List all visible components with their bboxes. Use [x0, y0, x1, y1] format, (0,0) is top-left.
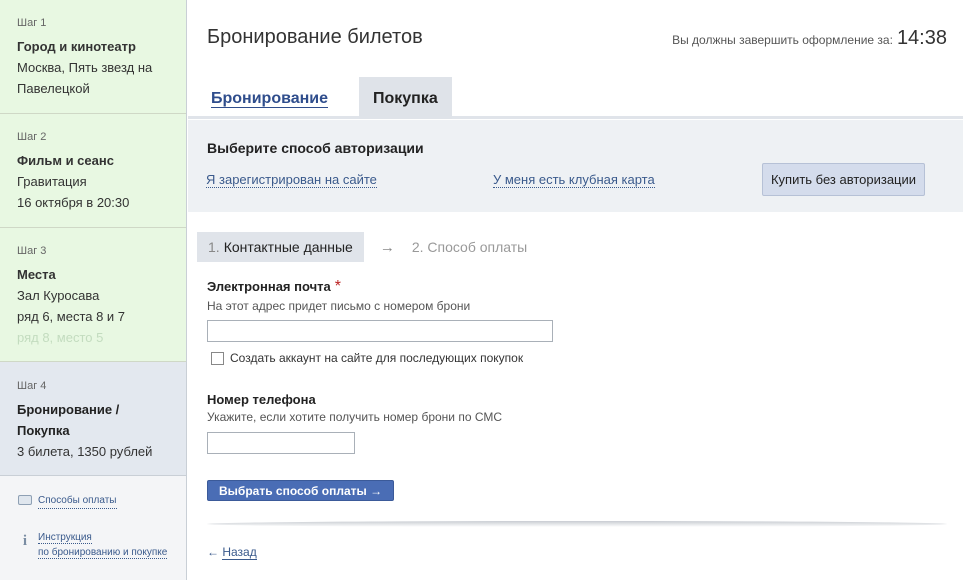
- step-title: Фильм и сеанс: [17, 153, 114, 168]
- step-detail: Москва, Пять звезд на: [17, 60, 153, 75]
- tab-booking-label: Бронирование: [211, 90, 329, 108]
- phone-form: Номер телефона Укажите, если хотите полу…: [207, 392, 502, 454]
- instructions-link-line2[interactable]: по бронированию и покупке: [38, 547, 168, 559]
- email-hint: На этот адрес придет письмо с номером бр…: [207, 299, 471, 313]
- sidebar-step-1[interactable]: Шаг 1 Город и кинотеатр Москва, Пять зве…: [0, 0, 186, 114]
- credit-card-icon: [17, 493, 33, 509]
- email-label: Электронная почта: [207, 279, 331, 294]
- step-number: Шаг 4: [17, 380, 47, 392]
- tab-purchase-label: Покупка: [373, 90, 438, 107]
- sidebar-step-4-current: Шаг 4 Бронирование / Покупка 3 билета, 1…: [0, 362, 186, 476]
- phone-hint: Укажите, если хотите получить номер брон…: [207, 410, 503, 424]
- payment-methods-link-row: Способы оплаты: [17, 493, 186, 509]
- instructions-link-line1[interactable]: Инструкция: [38, 532, 92, 544]
- arrow-right-icon: →: [379, 238, 395, 256]
- sidebar-step-2[interactable]: Шаг 2 Фильм и сеанс Гравитация 16 октябр…: [0, 114, 186, 228]
- checkout-step-number: 1.: [208, 239, 220, 255]
- back-label: Назад: [222, 545, 257, 560]
- choose-payment-button[interactable]: Выбрать способ оплаты →: [207, 480, 395, 501]
- sidebar-links: Способы оплаты i Инструкция по бронирова…: [0, 476, 186, 560]
- sidebar-step-3[interactable]: Шаг 3 Места Зал Куросава ряд 6, места 8 …: [0, 228, 186, 362]
- page-title: Бронирование билетов: [207, 26, 423, 48]
- step-detail-faded: ряд 8, место 5: [17, 330, 104, 345]
- timer-value: 14:38: [896, 27, 947, 49]
- step-title: Покупка: [17, 423, 70, 438]
- tabs-bar: Бронирование Покупка: [188, 77, 963, 119]
- back-link[interactable]: ← Назад: [207, 545, 257, 560]
- step-number: Шаг 2: [17, 131, 47, 143]
- step-detail: 3 билета, 1350 рублей: [17, 444, 153, 459]
- registered-user-link[interactable]: Я зарегистрирован на сайте: [206, 172, 377, 188]
- phone-field[interactable]: [207, 432, 355, 454]
- step-title: Город и кинотеатр: [17, 39, 136, 54]
- email-label-row: Электронная почта *: [207, 278, 553, 296]
- divider: [207, 521, 947, 527]
- create-account-checkbox[interactable]: [211, 351, 224, 365]
- tab-booking[interactable]: Бронирование: [197, 77, 342, 119]
- checkout-step-payment: 2. Способ оплаты: [411, 239, 528, 255]
- step-title: Места: [17, 267, 56, 282]
- steps-sidebar: Шаг 1 Город и кинотеатр Москва, Пять зве…: [0, 0, 187, 580]
- auth-panel: Выберите способ авторизации Я зарегистри…: [188, 120, 963, 212]
- step-detail: Гравитация: [17, 174, 87, 189]
- payment-methods-link[interactable]: Способы оплаты: [38, 493, 117, 509]
- back-arrow-icon: ←: [207, 545, 219, 559]
- create-account-label: Создать аккаунт на сайте для последующих…: [230, 351, 524, 365]
- checkout-step-contacts: 1. Контактные данные: [197, 232, 364, 262]
- phone-label: Номер телефона: [207, 392, 316, 407]
- contact-form: Электронная почта * На этот адрес придет …: [207, 278, 553, 365]
- step-title: Бронирование /: [17, 402, 120, 417]
- checkout-steps: 1. Контактные данные → 2. Способ оплаты: [197, 232, 527, 262]
- checkout-step-label: Контактные данные: [223, 239, 353, 255]
- timer-label: Вы должны завершить оформление за:: [672, 33, 893, 47]
- step-number: Шаг 3: [17, 245, 47, 257]
- step-detail: 16 октября в 20:30: [17, 195, 130, 210]
- tab-purchase[interactable]: Покупка: [359, 77, 452, 119]
- auth-heading: Выберите способ авторизации: [207, 140, 424, 156]
- club-card-link[interactable]: У меня есть клубная карта: [493, 172, 655, 188]
- step-detail: Зал Куросава: [17, 288, 100, 303]
- required-mark: *: [334, 278, 341, 295]
- main-content: Бронирование билетов Вы должны завершить…: [188, 0, 963, 580]
- step-detail: ряд 6, места 8 и 7: [17, 309, 126, 324]
- buy-without-auth-button[interactable]: Купить без авторизации: [762, 163, 925, 196]
- email-field[interactable]: [207, 320, 553, 342]
- step-detail: Павелецкой: [17, 81, 90, 96]
- create-account-row[interactable]: Создать аккаунт на сайте для последующих…: [211, 351, 553, 365]
- instructions-link-row: i Инструкция по бронированию и покупке: [17, 530, 186, 560]
- countdown-timer: Вы должны завершить оформление за: 14:38: [672, 27, 947, 50]
- step-number: Шаг 1: [17, 17, 47, 29]
- info-icon: i: [22, 533, 28, 549]
